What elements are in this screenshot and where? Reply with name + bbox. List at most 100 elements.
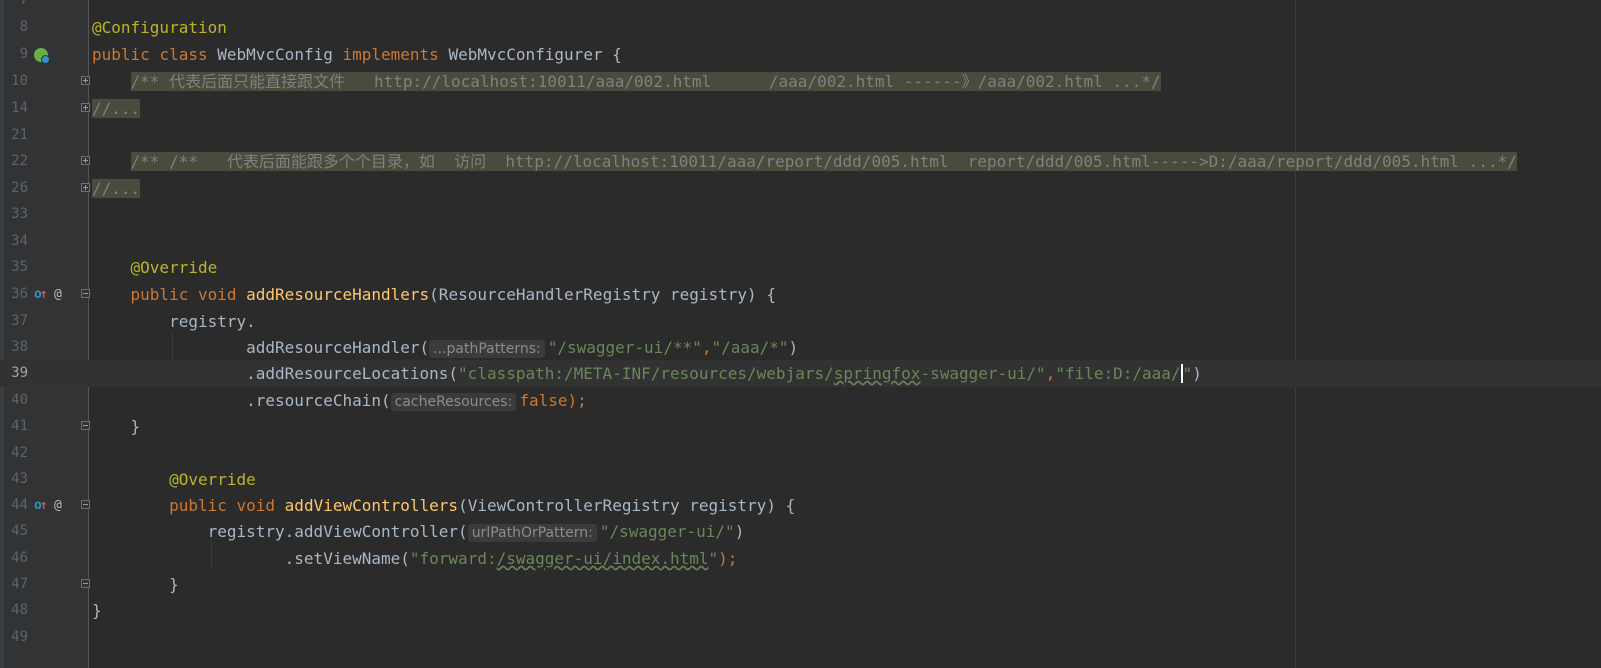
code-text: registry.addViewController(urlPathOrPatt… [92, 518, 744, 545]
comma: , [1045, 364, 1056, 383]
string-literal: "/aaa/*" [711, 338, 789, 357]
annotation: @Configuration [92, 18, 227, 37]
overrides-method-icon[interactable]: o↑ [34, 281, 48, 308]
folded-comment[interactable]: /** 代表后面只能直接跟文件 http://localhost:10011/a… [130, 72, 1161, 91]
code-line[interactable]: 44 o↑ @ public void addViewControllers(Vi… [0, 492, 1601, 519]
keyword: void [197, 285, 237, 304]
folded-region[interactable]: //... [92, 179, 141, 198]
code-text: @Override [92, 466, 256, 493]
line-number: 43 [11, 471, 28, 487]
line-number: 26 [11, 180, 28, 196]
expand-fold-icon[interactable] [81, 156, 90, 165]
line-number: 9 [19, 46, 28, 62]
line-number: 37 [11, 313, 28, 329]
string-literal: -swagger-ui/" [920, 364, 1046, 383]
code-text: public void addViewControllers(ViewContr… [92, 492, 795, 519]
expand-fold-icon[interactable] [81, 183, 90, 192]
code-line[interactable]: 10 /** 代表后面只能直接跟文件 http://localhost:1001… [0, 68, 1601, 95]
code-text: /** 代表后面只能直接跟文件 http://localhost:10011/a… [92, 68, 1161, 95]
string-literal: "file:D:/aaa/ [1055, 364, 1181, 383]
code-text: .addResourceLocations("classpath:/META-I… [92, 360, 1202, 387]
paren-semicolon: ); [567, 391, 587, 410]
code-line[interactable]: 46 .setViewName("forward:/swagger-ui/ind… [0, 545, 1601, 572]
keyword: public [130, 285, 189, 304]
line-number: 49 [11, 629, 28, 645]
code-text: .resourceChain(cacheResources: false); [92, 387, 587, 414]
line-number: 41 [11, 418, 28, 434]
method-name: addViewControllers [284, 496, 459, 515]
annotation-icon[interactable]: @ [54, 492, 62, 519]
string-literal: " [708, 549, 719, 568]
line-number: 34 [11, 233, 28, 249]
code-line[interactable]: 26 //... [0, 175, 1601, 202]
spring-bean-icon[interactable] [34, 48, 50, 64]
code-line[interactable]: 49 [0, 624, 1601, 651]
code-line[interactable]: 42 [0, 440, 1601, 467]
line-number: 38 [11, 339, 28, 355]
code-line[interactable]: 35 @Override [0, 254, 1601, 281]
overrides-method-icon[interactable]: o↑ [34, 492, 48, 519]
collapse-fold-icon[interactable] [81, 579, 90, 588]
code-line[interactable]: 34 [0, 228, 1601, 255]
method-call: registry.addViewController( [207, 522, 468, 541]
code-line[interactable]: 45 registry.addViewController(urlPathOrP… [0, 518, 1601, 545]
folded-region[interactable]: //... [92, 99, 141, 118]
line-number: 33 [11, 206, 28, 222]
code-editor[interactable]: 7 8 @Configuration 9 public class WebMvc… [0, 0, 1601, 668]
string-literal-path: /swagger-ui/index.html [496, 549, 709, 568]
folded-comment[interactable]: /** /** 代表后面能跟多个个目录，如 访问 http://localhos… [130, 152, 1517, 171]
code-line[interactable]: 36 o↑ @ public void addResourceHandlers(R… [0, 281, 1601, 308]
parameters: (ResourceHandlerRegistry registry) { [429, 285, 776, 304]
annotation: @Override [169, 470, 256, 489]
line-number: 8 [19, 19, 28, 35]
code-line[interactable]: 22 /** /** 代表后面能跟多个个目录，如 访问 http://local… [0, 148, 1601, 175]
line-number: 47 [11, 576, 28, 592]
line-number: 39 [11, 365, 28, 381]
line-number: 45 [11, 523, 28, 539]
code-line[interactable]: 38 addResourceHandler(...pathPatterns: "/… [0, 334, 1601, 361]
code-line[interactable]: 7 [0, 0, 1601, 14]
code-line[interactable]: 43 @Override [0, 466, 1601, 493]
brace: } [169, 575, 179, 594]
collapse-fold-icon[interactable] [81, 421, 90, 430]
code-text: registry. [92, 308, 256, 335]
annotation-icon[interactable]: @ [54, 281, 62, 308]
expand-fold-icon[interactable] [81, 76, 90, 85]
method-call: .addResourceLocations( [246, 364, 459, 383]
identifier: registry. [169, 312, 256, 331]
line-number: 22 [11, 153, 28, 169]
line-number: 21 [11, 127, 28, 143]
code-line[interactable]: 14 //... [0, 95, 1601, 122]
code-text: public class WebMvcConfig implements Web… [92, 41, 622, 68]
code-text: } [92, 571, 179, 598]
code-line[interactable]: 41 } [0, 413, 1601, 440]
line-number: 7 [19, 0, 28, 8]
parameter-hint: urlPathOrPattern: [467, 524, 597, 542]
expand-fold-icon[interactable] [81, 103, 90, 112]
code-text: @Configuration [92, 14, 227, 41]
string-literal-typo: springfox [833, 364, 921, 383]
code-line-current[interactable]: 39 .addResourceLocations("classpath:/MET… [0, 360, 1601, 387]
line-number: 46 [11, 550, 28, 566]
code-text: //... [92, 175, 141, 202]
method-call: .setViewName( [284, 549, 410, 568]
brace: { [612, 45, 622, 64]
collapse-fold-icon[interactable] [81, 500, 90, 509]
code-text: addResourceHandler(...pathPatterns: "/swa… [92, 334, 798, 361]
paren: ) [734, 522, 745, 541]
paren: ) [1192, 364, 1202, 383]
parameters: (ViewControllerRegistry registry) { [458, 496, 796, 515]
code-line[interactable]: 9 public class WebMvcConfig implements W… [0, 41, 1601, 68]
code-line[interactable]: 48 } [0, 597, 1601, 624]
code-line[interactable]: 33 [0, 201, 1601, 228]
code-line[interactable]: 8 @Configuration [0, 14, 1601, 41]
code-text: } [92, 597, 102, 624]
code-line[interactable]: 21 [0, 122, 1601, 149]
code-line[interactable]: 47 } [0, 571, 1601, 598]
string-literal: "/swagger-ui/" [599, 522, 735, 541]
code-line[interactable]: 40 .resourceChain(cacheResources: false); [0, 387, 1601, 414]
code-line[interactable]: 37 registry. [0, 308, 1601, 335]
collapse-fold-icon[interactable] [81, 289, 90, 298]
keyword: false [519, 391, 568, 410]
keyword: class [159, 45, 208, 64]
